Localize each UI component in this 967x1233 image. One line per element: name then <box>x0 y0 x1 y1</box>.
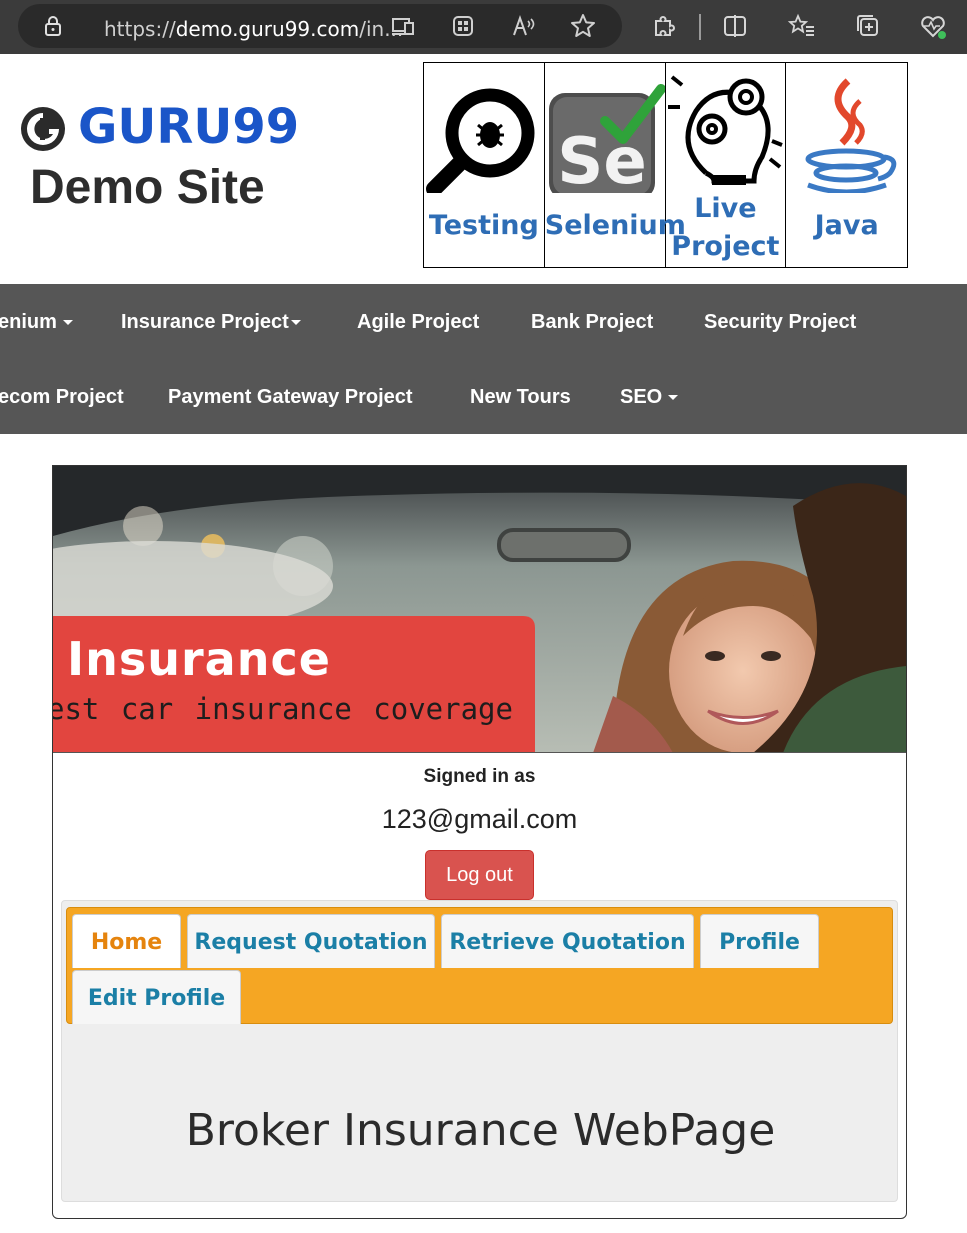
address-bar[interactable]: https://demo.guru99.com/in... <box>18 4 622 48</box>
site-title: Demo Site <box>30 161 265 214</box>
extensions-icon[interactable] <box>648 11 678 41</box>
browser-essentials-icon[interactable] <box>918 11 948 41</box>
java-logo-icon <box>805 78 897 193</box>
course-label: Java <box>814 210 879 241</box>
nav-insurance-project[interactable]: Insurance Project <box>121 311 301 334</box>
main-panel: Insurance est car insurance coverage Sig… <box>52 465 907 1219</box>
page-heading: Broker Insurance WebPage <box>185 1105 776 1156</box>
nav-new-tours[interactable]: New Tours <box>470 386 571 409</box>
course-links-table: Testing Se Selenium Live Project Java <box>423 62 908 268</box>
nav-security-project[interactable]: Security Project <box>704 311 856 334</box>
banner-subtitle: est car insurance coverage <box>53 692 513 726</box>
guru99-logo-icon <box>21 107 65 151</box>
tab-bar: Home Request Quotation Retrieve Quotatio… <box>66 907 893 1024</box>
apps-icon[interactable] <box>448 11 478 41</box>
url-text[interactable]: https://demo.guru99.com/in... <box>104 17 403 41</box>
nav-bank-project[interactable]: Bank Project <box>531 311 653 334</box>
course-testing[interactable]: Testing <box>424 63 545 267</box>
insurance-banner: Insurance est car insurance coverage <box>53 466 906 753</box>
main-nav: enium Insurance Project Agile Project Ba… <box>0 284 967 434</box>
logo-text: GURU99 <box>78 99 300 155</box>
tab-request-quotation[interactable]: Request Quotation <box>187 914 435 968</box>
caret-down-icon <box>290 320 301 326</box>
tab-home[interactable]: Home <box>72 914 181 968</box>
course-java[interactable]: Java <box>786 63 907 267</box>
nav-agile-project[interactable]: Agile Project <box>357 311 479 334</box>
split-screen-icon[interactable] <box>720 11 750 41</box>
course-label: Project <box>671 231 780 262</box>
magnifier-bug-icon <box>426 88 535 193</box>
course-selenium[interactable]: Se Selenium <box>544 63 686 267</box>
tab-profile[interactable]: Profile <box>700 914 819 968</box>
course-label: Selenium <box>544 210 686 241</box>
signed-in-email: 123@gmail.com <box>381 804 578 834</box>
nav-telecom-project[interactable]: ecom Project <box>0 386 124 409</box>
lightbulb-gears-icon <box>667 75 783 185</box>
caret-down-icon <box>668 395 679 401</box>
course-live-project[interactable]: Live Project <box>666 63 787 267</box>
selenium-logo-icon: Se <box>548 84 665 193</box>
nav-payment-gateway-project[interactable]: Payment Gateway Project <box>168 386 413 409</box>
favorites-list-icon[interactable] <box>787 11 817 41</box>
logout-button[interactable]: Log out <box>425 850 534 900</box>
browser-toolbar: https://demo.guru99.com/in... <box>0 0 967 54</box>
favorite-star-icon[interactable] <box>568 11 598 41</box>
nav-selenium[interactable]: enium <box>0 311 73 334</box>
signed-in-label: Signed in as <box>423 766 536 787</box>
tabs-panel: Home Request Quotation Retrieve Quotatio… <box>61 900 898 1202</box>
nav-seo[interactable]: SEO <box>620 386 679 409</box>
course-label: Testing <box>428 210 539 241</box>
collections-icon[interactable] <box>853 11 883 41</box>
lock-icon[interactable] <box>38 11 68 41</box>
read-aloud-icon[interactable] <box>508 11 538 41</box>
tab-edit-profile[interactable]: Edit Profile <box>72 970 241 1024</box>
banner-title: Insurance <box>67 632 331 686</box>
course-label: Live <box>694 193 757 224</box>
caret-down-icon <box>62 320 73 326</box>
svg-text:Se: Se <box>557 125 647 193</box>
devices-icon[interactable] <box>388 11 418 41</box>
toolbar-separator <box>699 14 701 40</box>
tab-retrieve-quotation[interactable]: Retrieve Quotation <box>441 914 694 968</box>
